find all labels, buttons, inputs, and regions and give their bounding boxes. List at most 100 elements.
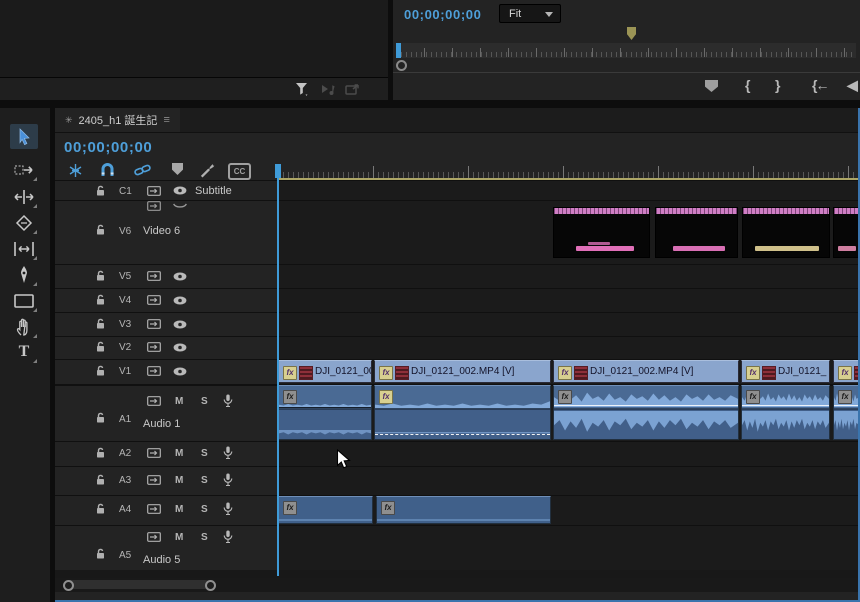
mute-toggle[interactable]: M bbox=[175, 448, 183, 459]
add-marker-button[interactable] bbox=[705, 80, 718, 92]
filter-bin-icon[interactable] bbox=[294, 81, 310, 97]
rectangle-tool[interactable] bbox=[10, 288, 38, 313]
voiceover-record-button[interactable] bbox=[223, 446, 233, 460]
sync-lock-toggle[interactable] bbox=[147, 342, 161, 352]
type-tool[interactable]: T bbox=[10, 339, 38, 364]
sync-lock-toggle[interactable] bbox=[147, 295, 161, 305]
audio-clip[interactable]: fx bbox=[741, 385, 830, 440]
playhead-head[interactable] bbox=[275, 164, 281, 178]
sync-lock-toggle[interactable] bbox=[147, 448, 161, 458]
zoom-level-dropdown[interactable]: Fit bbox=[499, 4, 561, 23]
track-lock-toggle[interactable] bbox=[95, 503, 106, 515]
video-clip[interactable] bbox=[742, 207, 830, 258]
video-clip[interactable]: fx DJI_0121_00 bbox=[278, 360, 372, 383]
sync-lock-toggle[interactable] bbox=[147, 186, 161, 196]
captions-menu-button[interactable]: CC bbox=[228, 163, 251, 180]
solo-toggle[interactable]: S bbox=[201, 504, 208, 515]
track-output-toggle[interactable] bbox=[173, 202, 187, 211]
sync-lock-toggle[interactable] bbox=[147, 366, 161, 376]
video-clip[interactable]: fx DJI_0121_002.MP4 [V] bbox=[374, 360, 551, 383]
major-ticks bbox=[278, 166, 860, 178]
track-lock-toggle[interactable] bbox=[95, 185, 106, 197]
selection-tool[interactable] bbox=[10, 124, 38, 149]
automate-to-sequence-icon[interactable] bbox=[320, 81, 336, 97]
volume-line[interactable] bbox=[742, 405, 829, 406]
sync-lock-toggle[interactable] bbox=[147, 271, 161, 281]
video-clip[interactable]: fx DJI_0121_ bbox=[741, 360, 830, 383]
monitor-mini-timeline[interactable] bbox=[396, 43, 856, 58]
pen-tool[interactable] bbox=[10, 262, 38, 287]
track-lock-toggle[interactable] bbox=[95, 224, 106, 236]
video-clip[interactable] bbox=[655, 207, 738, 258]
track-output-toggle[interactable] bbox=[173, 296, 187, 305]
solo-toggle[interactable]: S bbox=[201, 448, 208, 459]
track-output-toggle[interactable] bbox=[173, 343, 187, 352]
sync-lock-toggle[interactable] bbox=[147, 504, 161, 514]
audio-clip[interactable]: fx bbox=[374, 385, 551, 440]
audio-clip[interactable]: fx bbox=[833, 385, 860, 440]
track-lock-toggle[interactable] bbox=[95, 447, 106, 459]
mark-out-button[interactable]: } bbox=[775, 77, 780, 93]
mute-toggle[interactable]: M bbox=[175, 504, 183, 515]
timeline-hscrollbar-thumb[interactable] bbox=[64, 580, 210, 589]
sequence-tab[interactable]: ✳ 2405_h1 誕生記 ≡ bbox=[55, 108, 180, 132]
track-lock-toggle[interactable] bbox=[95, 365, 106, 377]
sync-lock-toggle[interactable] bbox=[147, 475, 161, 485]
voiceover-record-button[interactable] bbox=[223, 530, 233, 544]
volume-line[interactable] bbox=[834, 405, 859, 406]
monitor-playhead[interactable] bbox=[396, 43, 401, 58]
voiceover-record-button[interactable] bbox=[223, 502, 233, 516]
go-to-in-button[interactable]: {← bbox=[812, 77, 827, 93]
zoom-handle-right[interactable] bbox=[205, 580, 216, 591]
step-back-button[interactable]: ◀ bbox=[847, 77, 858, 94]
sync-lock-toggle[interactable] bbox=[147, 201, 161, 211]
slip-tool[interactable] bbox=[10, 236, 38, 261]
track-lock-toggle[interactable] bbox=[95, 474, 106, 486]
voiceover-record-button[interactable] bbox=[223, 394, 233, 408]
add-marker-button[interactable] bbox=[172, 163, 183, 175]
sequence-marker-icon[interactable] bbox=[627, 27, 636, 40]
solo-toggle[interactable]: S bbox=[201, 532, 208, 543]
audio-clip[interactable]: fx bbox=[553, 385, 739, 440]
time-ruler[interactable]: ;00;00 00;00;02;00 00;00;04;00 00;00;06;… bbox=[278, 138, 860, 180]
track-output-toggle[interactable] bbox=[173, 272, 187, 281]
mark-in-button[interactable]: { bbox=[745, 77, 750, 93]
audio-clip[interactable]: fx bbox=[278, 496, 373, 524]
track-select-forward-tool[interactable] bbox=[10, 157, 38, 182]
audio-clip[interactable]: fx bbox=[278, 385, 372, 440]
solo-toggle[interactable]: S bbox=[201, 396, 208, 407]
track-header-a2: A2 M S bbox=[55, 441, 278, 466]
sync-lock-toggle[interactable] bbox=[147, 396, 161, 406]
audio-clip[interactable]: fx bbox=[376, 496, 551, 524]
export-icon[interactable] bbox=[344, 81, 360, 97]
solo-toggle[interactable]: S bbox=[201, 475, 208, 486]
hand-tool[interactable] bbox=[10, 314, 38, 339]
sync-lock-toggle[interactable] bbox=[147, 532, 161, 542]
track-lock-toggle[interactable] bbox=[95, 270, 106, 282]
video-clip[interactable] bbox=[833, 207, 860, 258]
linked-selection-toggle[interactable] bbox=[134, 163, 152, 181]
track-lock-toggle[interactable] bbox=[95, 318, 106, 330]
video-clip[interactable] bbox=[553, 207, 650, 258]
track-lock-toggle[interactable] bbox=[95, 341, 106, 353]
track-output-toggle[interactable] bbox=[173, 367, 187, 376]
track-lock-toggle[interactable] bbox=[95, 548, 106, 560]
track-output-toggle[interactable] bbox=[173, 186, 187, 195]
video-clip[interactable]: fx DJI_0121_002.MP4 [V] bbox=[553, 360, 739, 383]
volume-line-selected[interactable] bbox=[375, 434, 550, 435]
sync-lock-toggle[interactable] bbox=[147, 319, 161, 329]
mute-toggle[interactable]: M bbox=[175, 475, 183, 486]
monitor-zoom-handle[interactable] bbox=[396, 60, 407, 71]
track-lock-toggle[interactable] bbox=[95, 294, 106, 306]
mute-toggle[interactable]: M bbox=[175, 532, 183, 543]
panel-menu-icon[interactable]: ≡ bbox=[163, 114, 169, 126]
razor-tool[interactable] bbox=[10, 210, 38, 235]
track-lock-toggle[interactable] bbox=[95, 412, 106, 424]
video-clip[interactable]: fx bbox=[833, 360, 860, 383]
ripple-edit-tool[interactable] bbox=[10, 184, 38, 209]
voiceover-record-button[interactable] bbox=[223, 473, 233, 487]
volume-line[interactable] bbox=[554, 405, 738, 406]
zoom-handle-left[interactable] bbox=[63, 580, 74, 591]
track-output-toggle[interactable] bbox=[173, 320, 187, 329]
mute-toggle[interactable]: M bbox=[175, 396, 183, 407]
